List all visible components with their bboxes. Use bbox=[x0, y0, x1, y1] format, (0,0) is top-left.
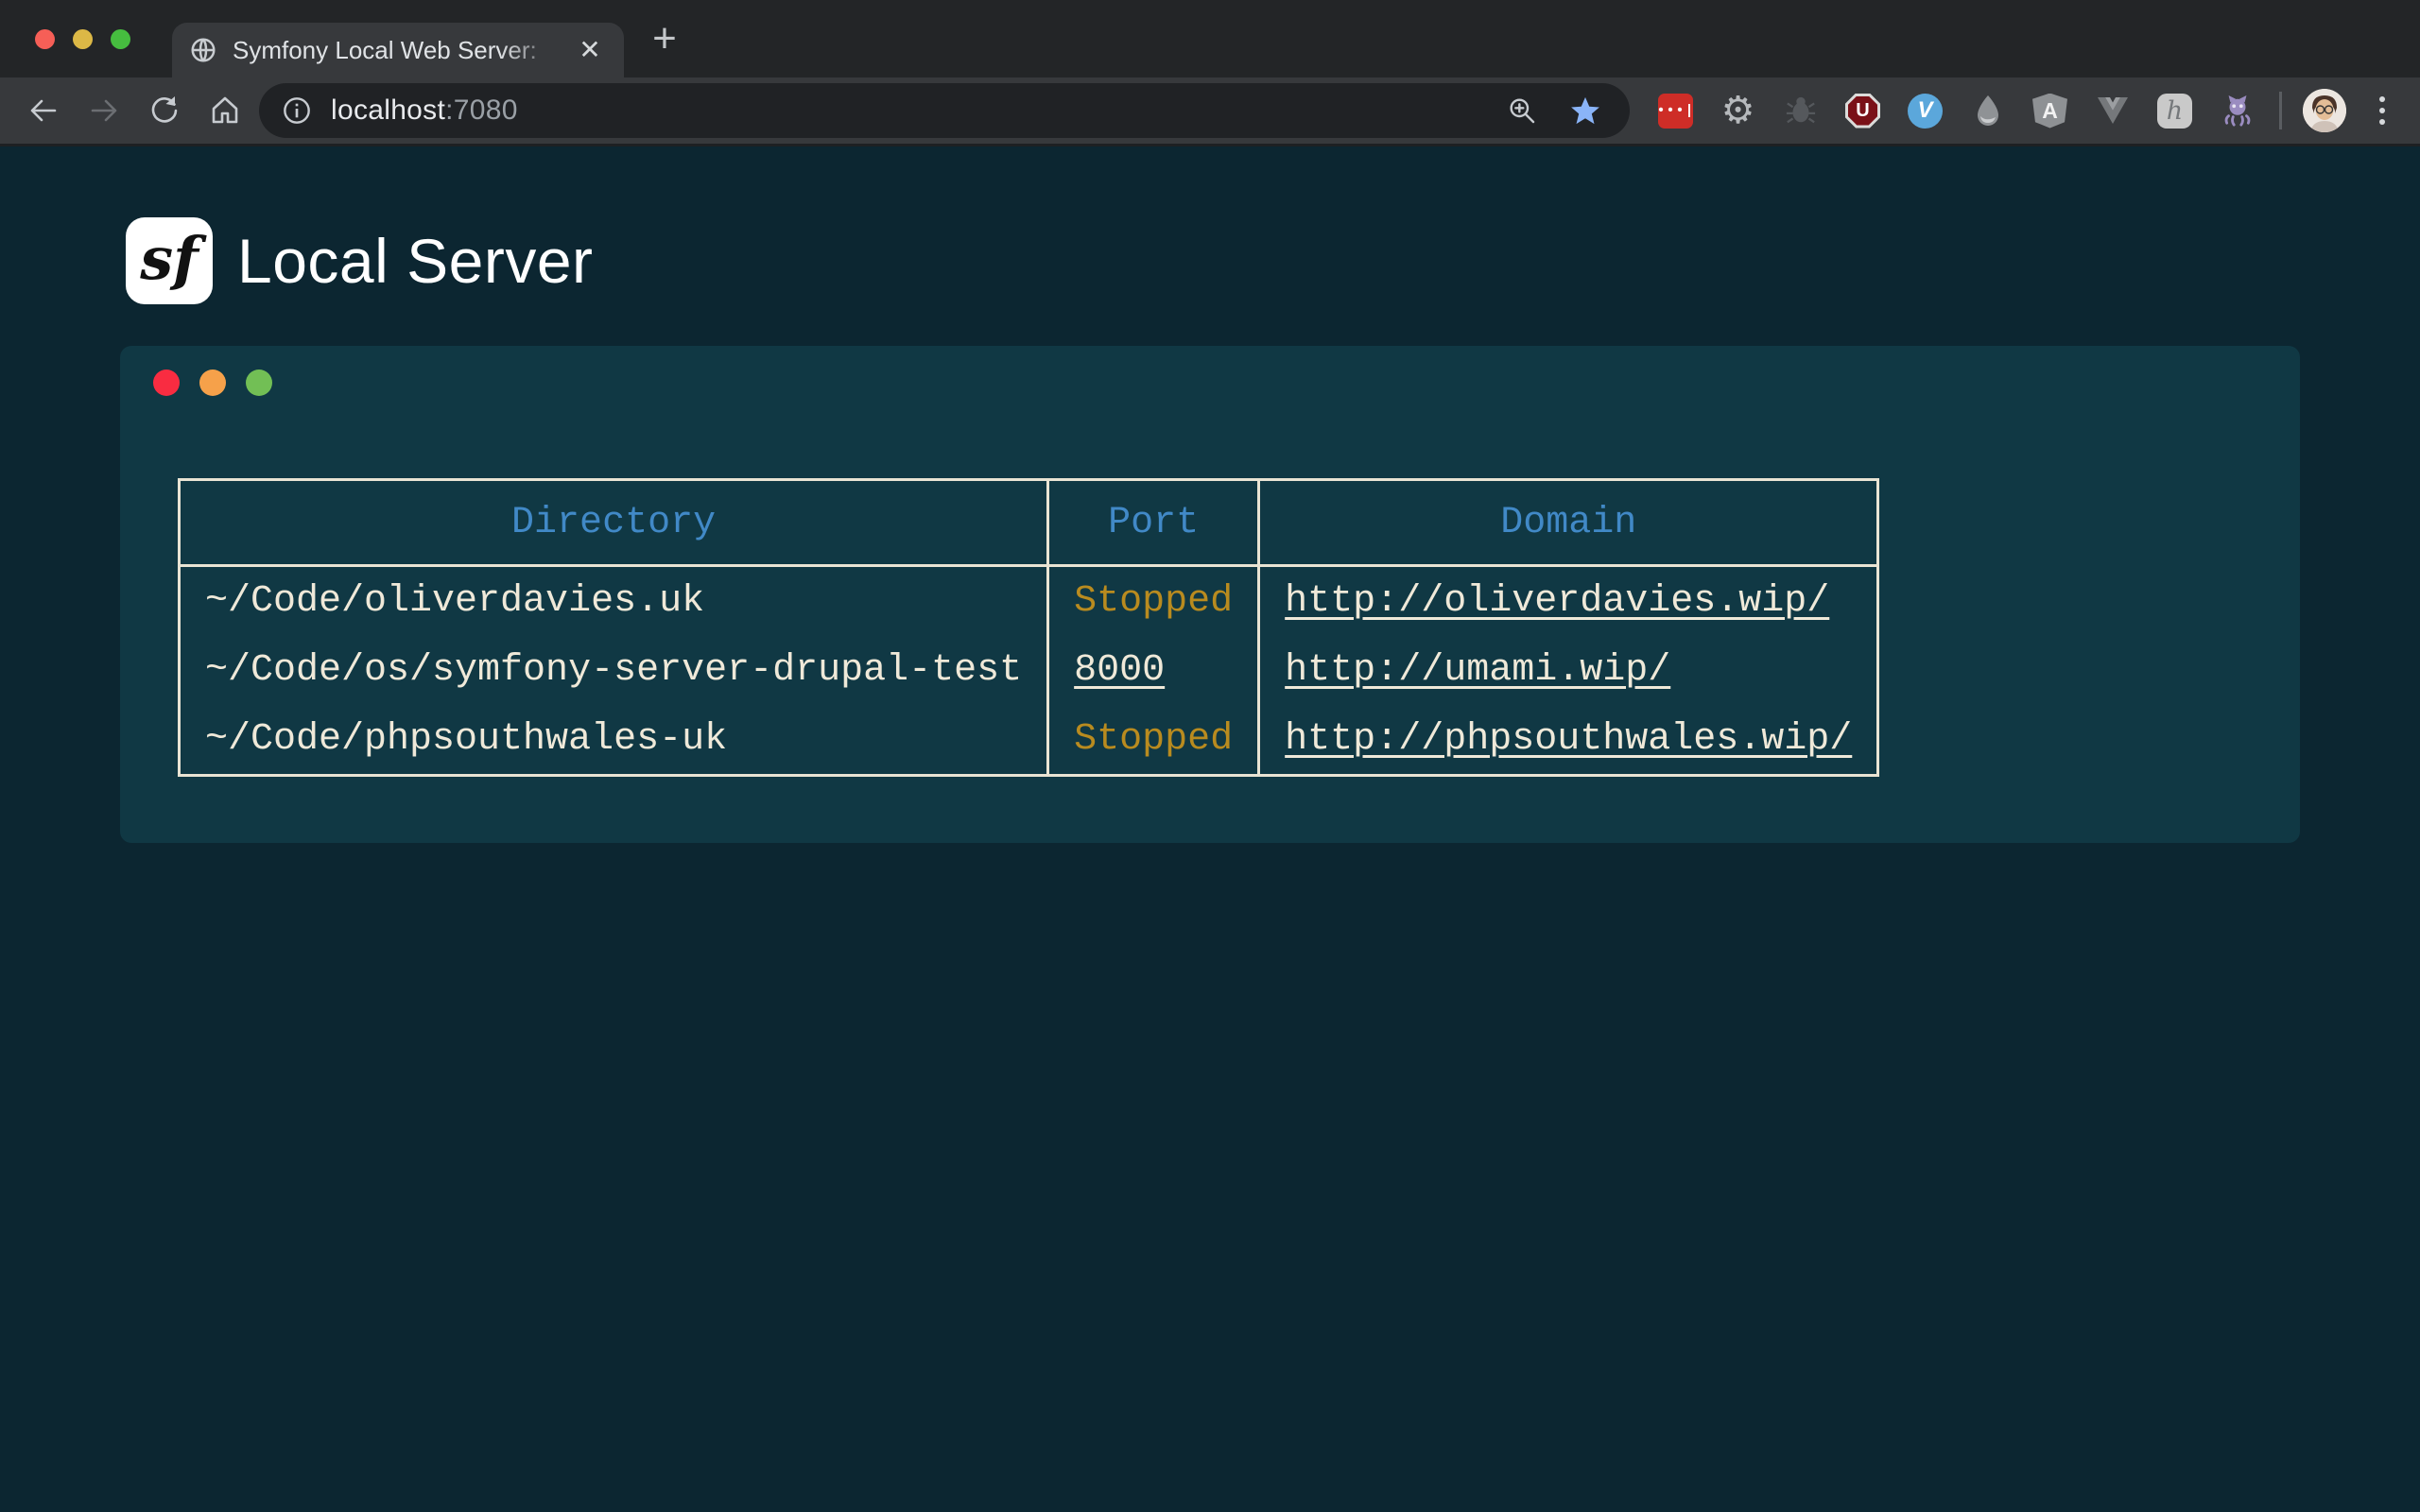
drupal-icon[interactable] bbox=[1970, 94, 2005, 129]
domain-link[interactable]: http://oliverdavies.wip/ bbox=[1285, 580, 1829, 623]
tab-strip: Symfony Local Web Server: Prox ✕ + bbox=[0, 0, 2420, 77]
panel-red-dot bbox=[153, 369, 180, 396]
brand-header: sf Local Server bbox=[0, 146, 2420, 304]
directory-cell: ~/Code/phpsouthwales-uk bbox=[180, 706, 1048, 776]
page-title: Local Server bbox=[237, 225, 594, 297]
browser-toolbar: localhost:7080 •••| ⚙ U V A bbox=[0, 77, 2420, 146]
tab-close-icon[interactable]: ✕ bbox=[573, 33, 607, 67]
gear-icon[interactable]: ⚙ bbox=[1720, 94, 1755, 129]
window-minimize-button[interactable] bbox=[73, 29, 93, 49]
octocat-icon[interactable] bbox=[2220, 94, 2255, 129]
column-header-port: Port bbox=[1048, 480, 1259, 566]
table-header-row: Directory Port Domain bbox=[180, 480, 1878, 566]
window-zoom-button[interactable] bbox=[111, 29, 130, 49]
forward-button[interactable] bbox=[74, 83, 134, 138]
panel-window-dots bbox=[120, 346, 2300, 396]
directory-cell: ~/Code/os/symfony-server-drupal-test bbox=[180, 636, 1048, 706]
profile-avatar[interactable] bbox=[2303, 89, 2346, 132]
domain-link[interactable]: http://phpsouthwales.wip/ bbox=[1285, 718, 1852, 761]
url-port[interactable]: :7080 bbox=[445, 94, 518, 127]
site-info-icon[interactable] bbox=[282, 95, 312, 126]
bookmark-star-icon[interactable] bbox=[1569, 94, 1601, 127]
window-close-button[interactable] bbox=[35, 29, 55, 49]
port-status: Stopped bbox=[1048, 566, 1259, 636]
extensions-area: •••| ⚙ U V A h bbox=[1658, 94, 2255, 129]
domain-link[interactable]: http://umami.wip/ bbox=[1285, 649, 1670, 692]
home-button[interactable] bbox=[195, 83, 255, 138]
panel-green-dot bbox=[246, 369, 272, 396]
browser-tab[interactable]: Symfony Local Web Server: Prox ✕ bbox=[172, 23, 624, 77]
vue-icon[interactable] bbox=[2095, 94, 2130, 129]
xdebug-bug-icon[interactable] bbox=[1783, 94, 1818, 129]
table-row: ~/Code/os/symfony-server-drupal-test 800… bbox=[180, 636, 1878, 706]
address-bar[interactable]: localhost:7080 bbox=[259, 83, 1630, 138]
panel-orange-dot bbox=[199, 369, 226, 396]
browser-menu-icon[interactable] bbox=[2361, 89, 2403, 132]
lastpass-icon[interactable]: •••| bbox=[1658, 94, 1693, 129]
tab-title-fade bbox=[499, 30, 565, 72]
table-row: ~/Code/oliverdavies.uk Stopped http://ol… bbox=[180, 566, 1878, 636]
zoom-page-icon[interactable] bbox=[1507, 95, 1537, 126]
toolbar-separator bbox=[2279, 92, 2282, 129]
new-tab-button[interactable]: + bbox=[637, 11, 692, 66]
angular-icon[interactable]: A bbox=[2032, 94, 2067, 129]
servers-table: Directory Port Domain ~/Code/oliverdavie… bbox=[178, 478, 1879, 777]
symfony-sf-glyph: sf bbox=[140, 224, 199, 293]
page-content: sf Local Server Directory Port Domain ~/… bbox=[0, 146, 2420, 1509]
back-button[interactable] bbox=[13, 83, 74, 138]
column-header-domain: Domain bbox=[1259, 480, 1878, 566]
directory-cell: ~/Code/oliverdavies.uk bbox=[180, 566, 1048, 636]
globe-icon bbox=[189, 36, 217, 64]
window-controls bbox=[35, 29, 130, 49]
blue-v-icon[interactable]: V bbox=[1908, 94, 1943, 129]
url-host[interactable]: localhost bbox=[331, 94, 445, 127]
tab-title: Symfony Local Web Server: Prox bbox=[233, 36, 544, 65]
symfony-logo: sf bbox=[126, 217, 213, 304]
reload-button[interactable] bbox=[134, 83, 195, 138]
ublock-icon[interactable]: U bbox=[1845, 94, 1880, 129]
port-link[interactable]: 8000 bbox=[1074, 649, 1165, 692]
port-status: Stopped bbox=[1048, 706, 1259, 776]
table-row: ~/Code/phpsouthwales-uk Stopped http://p… bbox=[180, 706, 1878, 776]
column-header-directory: Directory bbox=[180, 480, 1048, 566]
server-panel: Directory Port Domain ~/Code/oliverdavie… bbox=[120, 346, 2300, 843]
honey-icon[interactable]: h bbox=[2157, 94, 2192, 129]
